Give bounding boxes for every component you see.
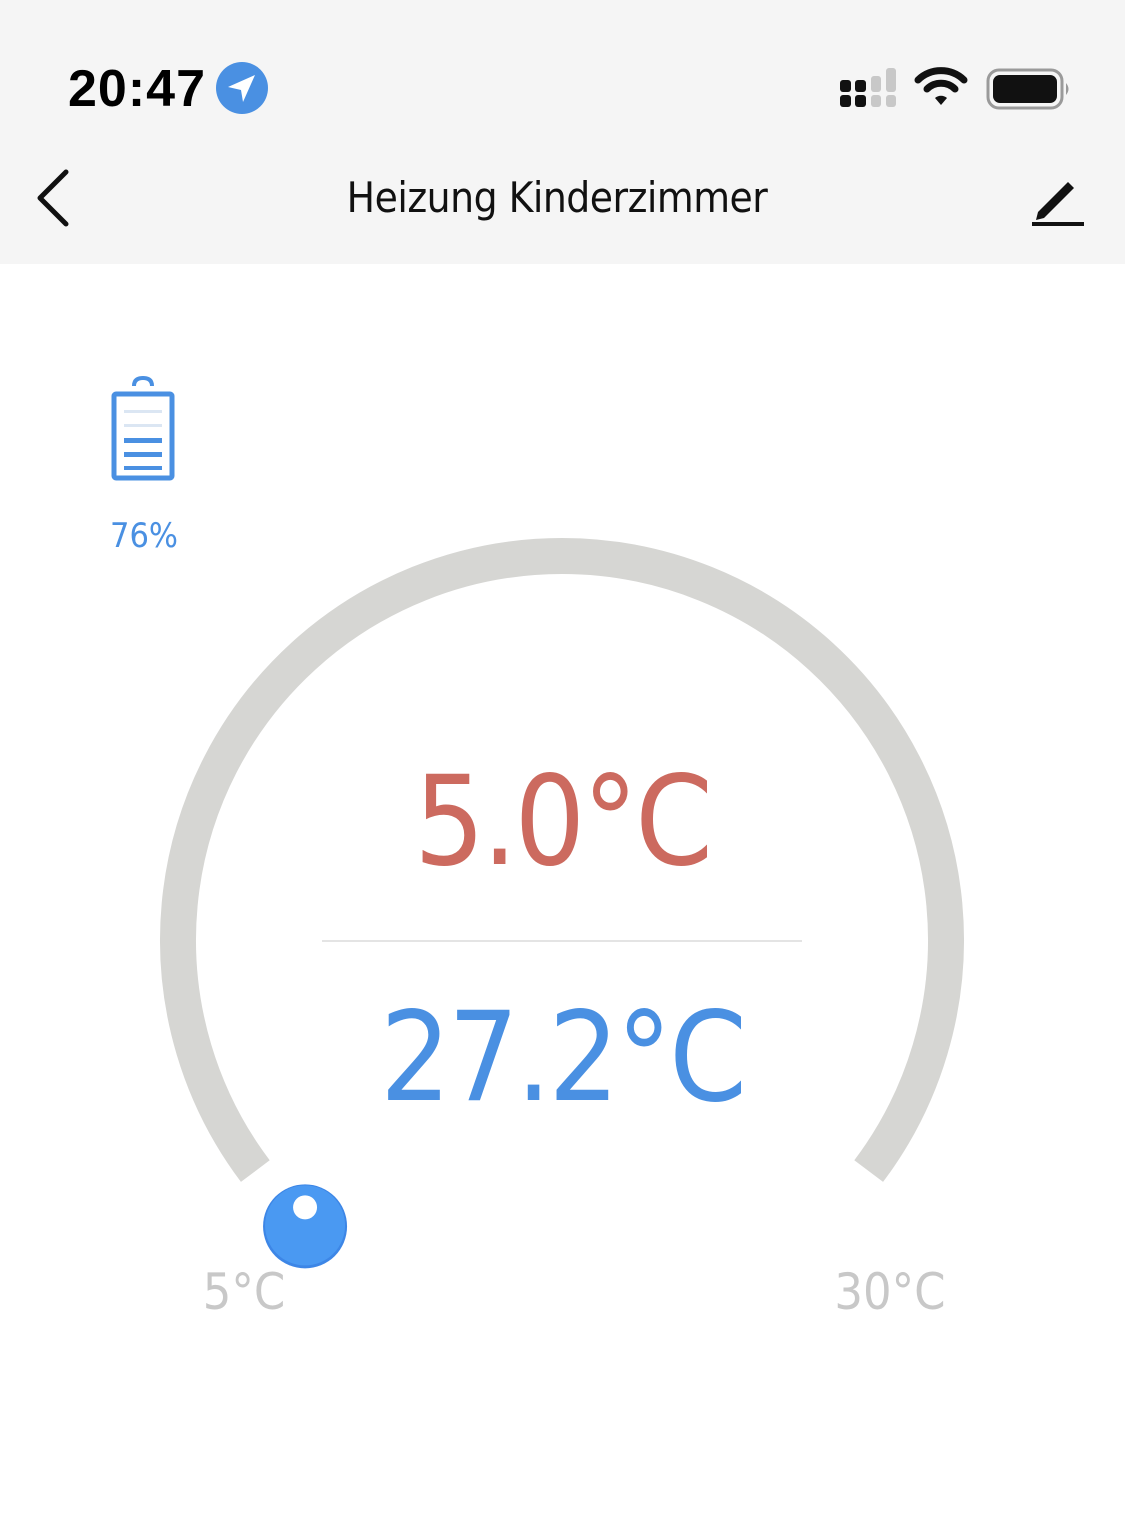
- set-temperature: 5.0°C: [413, 750, 713, 894]
- current-temperature: 27.2°C: [380, 986, 747, 1130]
- slider-knob[interactable]: [263, 1184, 348, 1269]
- temperature-divider: [322, 940, 802, 942]
- range-min-label: 5°C: [202, 1263, 286, 1321]
- range-max-label: 30°C: [834, 1263, 946, 1321]
